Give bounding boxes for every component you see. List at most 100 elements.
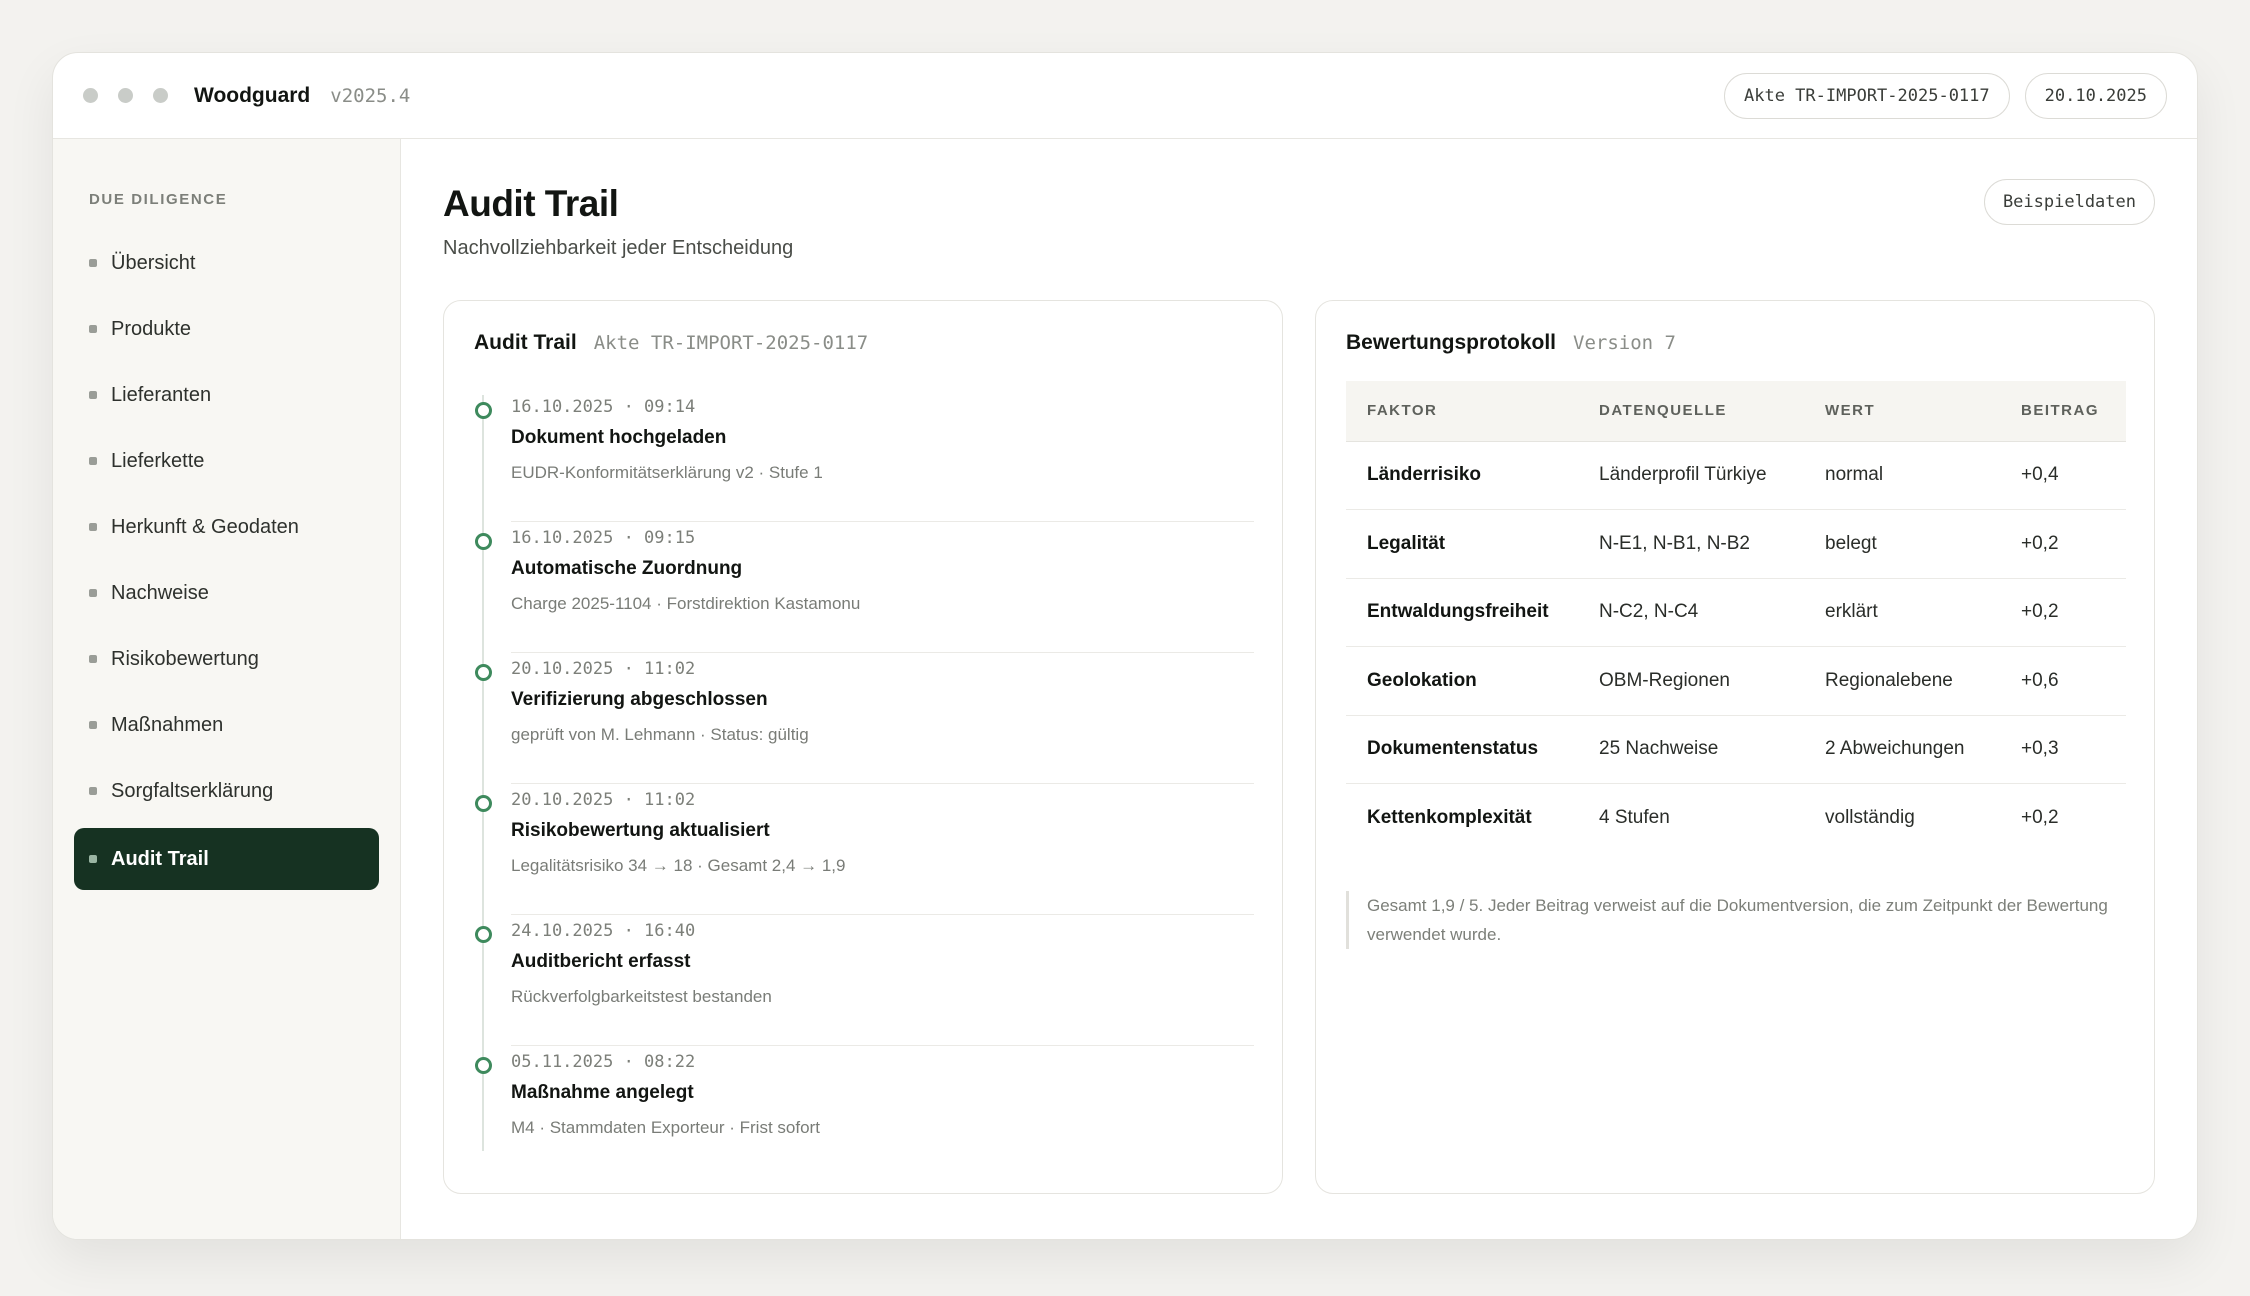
sidebar-item-nachweise[interactable]: Nachweise — [74, 562, 379, 624]
cell-factor: Länderrisiko — [1346, 441, 1578, 510]
bullet-icon — [89, 655, 97, 663]
protocol-card-title: Bewertungsprotokoll — [1346, 331, 1557, 354]
window-dot-maximize-icon[interactable] — [153, 88, 168, 103]
timeline-dot-icon — [475, 533, 492, 550]
event-detail: EUDR-Konformitätserklärung v2 · Stufe 1 — [511, 463, 823, 482]
timeline-dot-icon — [475, 664, 492, 681]
cell-value: erklärt — [1804, 578, 2000, 647]
cell-contribution: +0,2 — [2000, 578, 2126, 647]
sidebar-item-label: Nachweise — [111, 581, 209, 604]
table-header-row: FAKTOR DATENQUELLE WERT BEITRAG — [1346, 381, 2126, 442]
window-dot-minimize-icon[interactable] — [118, 88, 133, 103]
event-time: 20.10.2025 · 11:02 — [511, 659, 696, 679]
event-title: Verifizierung abgeschlossen — [511, 689, 768, 710]
event-detail: Rückverfolgbarkeitstest bestanden — [511, 987, 772, 1006]
bullet-icon — [89, 523, 97, 531]
timeline-dot-icon — [475, 926, 492, 943]
bullet-icon — [89, 457, 97, 465]
cell-source: N-E1, N-B1, N-B2 — [1578, 509, 1804, 579]
event-title: Auditbericht erfasst — [511, 951, 691, 972]
cell-factor: Legalität — [1346, 509, 1578, 579]
protocol-card-meta: Version 7 — [1573, 332, 1676, 354]
timeline-item[interactable]: 24.10.2025 · 16:40 Auditbericht erfasst … — [474, 915, 1254, 1046]
cell-factor: Geolokation — [1346, 646, 1578, 716]
cell-factor: Kettenkomplexität — [1367, 807, 1532, 828]
cell-value: normal — [1804, 441, 2000, 510]
window-dot-close-icon[interactable] — [83, 88, 98, 103]
timeline-item[interactable]: 16.10.2025 · 09:15 Automatische Zuordnun… — [474, 522, 1254, 653]
sidebar-item-label: Herkunft & Geodaten — [111, 515, 299, 538]
column-header-factor[interactable]: FAKTOR — [1346, 381, 1578, 442]
cell-contribution: +0,6 — [2000, 646, 2126, 716]
event-detail: M4 · Stammdaten Exporteur · Frist sofort — [511, 1118, 820, 1137]
cell-factor: Dokumentenstatus — [1346, 715, 1578, 784]
timeline-item[interactable]: 16.10.2025 · 09:14 Dokument hochgeladen … — [474, 391, 1254, 522]
timeline-item[interactable]: 20.10.2025 · 11:02 Verifizierung abgesch… — [474, 653, 1254, 784]
event-title: Risikobewertung aktualisiert — [511, 820, 770, 841]
bullet-icon — [89, 589, 97, 597]
cell-source: N-C2, N-C4 — [1578, 578, 1804, 647]
sidebar-item-uebersicht[interactable]: Übersicht — [74, 232, 379, 294]
sidebar-item-produkte[interactable]: Produkte — [74, 298, 379, 360]
column-header-contribution[interactable]: BEITRAG — [2000, 381, 2126, 442]
event-title: Maßnahme angelegt — [511, 1082, 694, 1103]
app-version: v2025.4 — [330, 84, 411, 107]
cell-factor: Entwaldungsfreiheit — [1346, 578, 1578, 647]
cell-source: 25 Nachweise — [1578, 715, 1804, 784]
sidebar-item-label: Produkte — [111, 317, 192, 340]
cell-contribution: +0,3 — [2000, 715, 2126, 784]
event-title: Dokument hochgeladen — [511, 427, 727, 448]
bullet-icon — [89, 325, 97, 333]
cell-value: 2 Abweichungen — [1804, 715, 2000, 784]
sidebar-item-massnahmen[interactable]: Maßnahmen — [74, 694, 379, 756]
page-subtitle: Nachvollziehbarkeit jeder Entscheidung — [443, 237, 794, 259]
sidebar-item-lieferkette[interactable]: Lieferkette — [74, 430, 379, 492]
table-row[interactable]: Länderrisiko Länderprofil Türkiye normal… — [1346, 441, 2126, 510]
event-time: 16.10.2025 · 09:14 — [511, 397, 696, 417]
sample-data-button[interactable]: Beispieldaten — [1983, 179, 2155, 225]
sidebar-item-label: Lieferkette — [111, 449, 205, 472]
sidebar-item-herkunft[interactable]: Herkunft & Geodaten — [74, 496, 379, 558]
table-row[interactable]: Legalität N-E1, N-B1, N-B2 belegt +0,2 — [1346, 509, 2126, 579]
table-row[interactable]: Entwaldungsfreiheit N-C2, N-C4 erklärt +… — [1346, 578, 2126, 647]
cell-value: belegt — [1804, 509, 2000, 579]
table-row[interactable]: Kettenkomplexität 4 Stufen vollständig +… — [1346, 784, 2126, 853]
audit-card-meta: Akte TR-IMPORT-2025-0117 — [593, 332, 869, 354]
event-time: 16.10.2025 · 09:15 — [511, 528, 696, 548]
assessment-protocol-card: Bewertungsprotokoll Version 7 FAKTOR DAT… — [1315, 300, 2155, 1194]
table-row[interactable]: Geolokation OBM-Regionen Regionalebene +… — [1346, 646, 2126, 716]
sidebar-item-label: Risikobewertung — [111, 647, 259, 670]
cell-contribution: +0,4 — [2000, 441, 2126, 510]
sidebar-item-label: Lieferanten — [111, 383, 212, 406]
timeline-dot-icon — [475, 1057, 492, 1074]
top-bar: Woodguard v2025.4 Akte TR-IMPORT-2025-01… — [53, 53, 2197, 139]
protocol-note: Gesamt 1,9 / 5. Jeder Beitrag verweist a… — [1346, 891, 2126, 949]
timeline-item[interactable]: 20.10.2025 · 11:02 Risikobewertung aktua… — [474, 784, 1254, 915]
sidebar-section-title: DUE DILIGENCE — [89, 191, 228, 208]
bullet-icon — [89, 721, 97, 729]
audit-trail-card: Audit Trail Akte TR-IMPORT-2025-0117 16.… — [443, 300, 1283, 1194]
event-title: Automatische Zuordnung — [511, 558, 743, 579]
table-row[interactable]: Dokumentenstatus 25 Nachweise 2 Abweichu… — [1346, 715, 2126, 784]
cell-source: Länderprofil Türkiye — [1578, 441, 1804, 510]
column-header-source[interactable]: DATENQUELLE — [1578, 381, 1804, 442]
event-time: 05.11.2025 · 08:22 — [511, 1052, 696, 1072]
column-header-value[interactable]: WERT — [1804, 381, 2000, 442]
cell-source: OBM-Regionen — [1578, 646, 1804, 716]
sidebar-item-audit-trail[interactable]: Audit Trail — [74, 828, 379, 890]
sidebar-item-lieferanten[interactable]: Lieferanten — [74, 364, 379, 426]
sidebar-item-sorgfaltserklaerung[interactable]: Sorgfaltserklärung — [74, 760, 379, 822]
case-chip[interactable]: Akte TR-IMPORT-2025-0117 — [1724, 72, 2010, 119]
page-title: Audit Trail — [443, 183, 619, 224]
event-detail: Legalitätsrisiko 34 → 18 · Gesamt 2,4 → … — [511, 856, 846, 875]
sidebar-item-risikobewertung[interactable]: Risikobewertung — [74, 628, 379, 690]
sidebar-item-label: Maßnahmen — [111, 713, 224, 736]
cell-source: 4 Stufen — [1599, 807, 1670, 828]
cell-value: vollständig — [1825, 807, 1915, 828]
sidebar-item-label: Sorgfaltserklärung — [111, 779, 274, 802]
timeline-item[interactable]: 05.11.2025 · 08:22 Maßnahme angelegt M4 … — [474, 1046, 1254, 1177]
timeline-dot-icon — [475, 402, 492, 419]
event-time: 24.10.2025 · 16:40 — [511, 921, 696, 941]
date-chip[interactable]: 20.10.2025 — [2024, 72, 2167, 119]
app-name: Woodguard — [194, 83, 311, 107]
